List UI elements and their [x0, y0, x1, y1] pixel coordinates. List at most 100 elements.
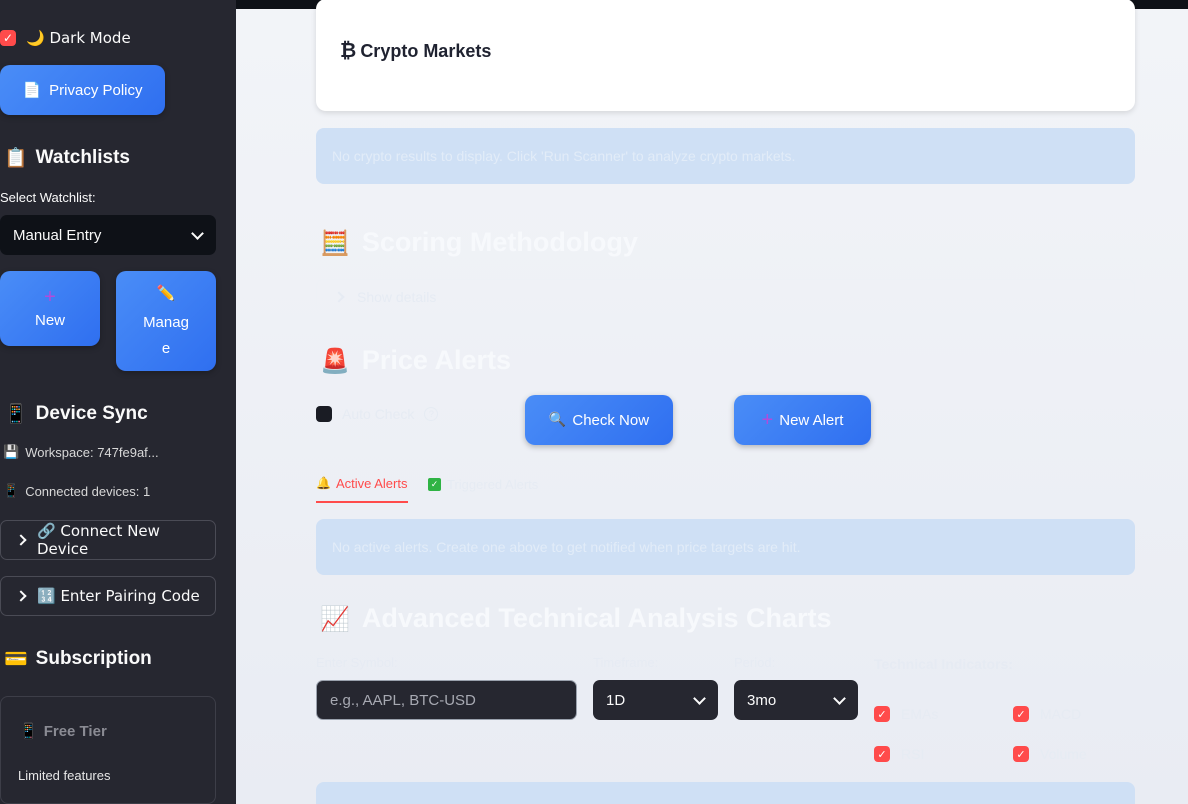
- new-alert-label: New Alert: [779, 411, 844, 429]
- crypto-info-text: No crypto results to display. Click 'Run…: [332, 148, 796, 164]
- bitcoin-icon: ₿: [340, 40, 357, 62]
- clipboard-icon: 📋: [4, 147, 28, 169]
- tab-triggered-alerts-label: Triggered Alerts: [447, 476, 539, 492]
- mobile-phone-icon: 📱: [19, 722, 38, 740]
- bell-icon: 🔔: [316, 476, 331, 490]
- plus-icon: +: [44, 286, 56, 308]
- plus-icon: +: [761, 409, 774, 431]
- siren-icon: 🚨: [320, 346, 350, 375]
- indicator-macd[interactable]: ✓ MACD: [1013, 706, 1081, 722]
- manage-label-line1: Manag: [143, 314, 189, 331]
- new-alert-button[interactable]: + New Alert: [734, 395, 871, 445]
- tier-description: Limited features: [18, 768, 111, 783]
- indicator-emas[interactable]: ✓ EMAs: [874, 706, 938, 722]
- privacy-policy-label: Privacy Policy: [49, 81, 143, 99]
- tier-title: 📱 Free Tier: [19, 722, 107, 740]
- rsi-checkbox[interactable]: ✓: [874, 746, 890, 762]
- crypto-markets-title: ₿ Crypto Markets: [340, 40, 491, 63]
- chevron-right-icon: [15, 534, 27, 546]
- chevron-down-icon: [693, 691, 706, 705]
- enter-pairing-code-label: 🔢 Enter Pairing Code: [37, 587, 200, 605]
- show-details-expander[interactable]: Show details: [316, 279, 1135, 315]
- rsi-label: RSI: [901, 746, 925, 762]
- chart-increasing-icon: 📈: [320, 604, 350, 633]
- period-label: Period:: [734, 655, 776, 670]
- chart-info-box: [316, 782, 1135, 804]
- manage-label-line2: e: [161, 340, 171, 357]
- indicator-volume[interactable]: ✓ Volume: [1013, 746, 1087, 762]
- macd-checkbox[interactable]: ✓: [1013, 706, 1029, 722]
- device-sync-heading: 📱 Device Sync: [4, 402, 148, 426]
- credit-card-icon: 💳: [4, 648, 28, 670]
- period-value: 3mo: [747, 691, 777, 709]
- tab-active-alerts-label: Active Alerts: [335, 475, 408, 491]
- macd-label: MACD: [1040, 706, 1082, 722]
- period-select[interactable]: 3mo: [734, 680, 858, 720]
- chevron-right-icon: [333, 291, 345, 303]
- indicator-rsi[interactable]: ✓ RSI: [874, 746, 924, 762]
- symbol-input[interactable]: e.g., AAPL, BTC-USD: [316, 680, 577, 720]
- check-now-button[interactable]: 🔍 Check Now: [525, 395, 673, 445]
- alerts-info-text: No active alerts. Create one above to ge…: [332, 539, 801, 555]
- mobile-phone-icon: 📱: [3, 484, 20, 499]
- connect-new-device-label: 🔗 Connect New Device: [36, 522, 160, 558]
- check-now-label: Check Now: [572, 411, 650, 429]
- dark-mode-label: 🌙 Dark Mode: [26, 29, 131, 47]
- alerts-info-box: No active alerts. Create one above to ge…: [316, 519, 1135, 575]
- pencil-icon: ✏️: [156, 284, 176, 302]
- connected-devices-info: 📱 Connected devices: 1: [3, 484, 150, 499]
- timeframe-select[interactable]: 1D: [593, 680, 718, 720]
- symbol-placeholder: e.g., AAPL, BTC-USD: [330, 691, 476, 709]
- workspace-text: Workspace: 747fe9af...: [25, 445, 159, 460]
- auto-check-checkbox[interactable]: [316, 406, 332, 422]
- dark-mode-checkbox[interactable]: ✓: [0, 30, 16, 46]
- subscription-tier-card: 📱 Free Tier Limited features: [0, 696, 216, 804]
- main-content: ₿ Crypto Markets No crypto results to di…: [236, 0, 1188, 804]
- new-button-label: New: [34, 312, 65, 329]
- emas-checkbox[interactable]: ✓: [874, 706, 890, 722]
- floppy-disk-icon: 💾: [3, 445, 20, 460]
- scoring-methodology-heading: 🧮 Scoring Methodology: [320, 227, 638, 258]
- tier-title-text: Free Tier: [43, 722, 107, 740]
- tab-active-alerts[interactable]: 🔔 Active Alerts: [316, 465, 409, 503]
- privacy-policy-button[interactable]: 📄 Privacy Policy: [0, 65, 165, 115]
- volume-checkbox[interactable]: ✓: [1013, 746, 1029, 762]
- auto-check-label: Auto Check: [342, 406, 415, 422]
- document-icon: 📄: [22, 81, 42, 99]
- enter-pairing-code-expander[interactable]: 🔢 Enter Pairing Code: [0, 576, 216, 616]
- show-details-label: Show details: [357, 289, 437, 305]
- help-icon[interactable]: ?: [424, 407, 439, 421]
- watchlist-selected-value: Manual Entry: [13, 226, 102, 244]
- volume-label: Volume: [1040, 746, 1087, 762]
- device-sync-heading-text: Device Sync: [35, 402, 148, 424]
- crypto-markets-title-text: Crypto Markets: [360, 41, 492, 61]
- subscription-heading-text: Subscription: [35, 647, 152, 669]
- timeframe-value: 1D: [606, 691, 626, 709]
- chevron-right-icon: [15, 590, 27, 602]
- watchlist-select[interactable]: Manual Entry: [0, 215, 216, 255]
- manage-button-label: Manag e: [143, 310, 189, 362]
- timeframe-label: Timeframe:: [593, 655, 659, 670]
- auto-check-control[interactable]: Auto Check ?: [316, 406, 439, 422]
- symbol-label: Enter Symbol:: [316, 655, 398, 670]
- charts-heading: 📈 Advanced Technical Analysis Charts: [320, 603, 832, 634]
- abacus-icon: 🧮: [320, 228, 350, 257]
- tab-triggered-alerts[interactable]: ✓ Triggered Alerts: [428, 465, 538, 503]
- connected-devices-text: Connected devices: 1: [25, 484, 151, 499]
- scoring-heading-text: Scoring Methodology: [361, 227, 638, 257]
- price-alerts-heading-text: Price Alerts: [361, 345, 511, 375]
- charts-heading-text: Advanced Technical Analysis Charts: [361, 603, 832, 633]
- new-watchlist-button[interactable]: + New: [0, 271, 100, 346]
- connect-new-device-expander[interactable]: 🔗 Connect New Device: [0, 520, 216, 560]
- price-alerts-heading: 🚨 Price Alerts: [320, 345, 511, 376]
- select-watchlist-label: Select Watchlist:: [0, 190, 96, 205]
- chevron-down-icon: [833, 691, 846, 705]
- manage-watchlist-button[interactable]: ✏️ Manag e: [116, 271, 216, 371]
- workspace-info: 💾 Workspace: 747fe9af...: [3, 445, 159, 460]
- crypto-info-box: No crypto results to display. Click 'Run…: [316, 128, 1135, 184]
- subscription-heading: 💳 Subscription: [4, 647, 152, 671]
- emas-label: EMAs: [901, 706, 939, 722]
- chevron-down-icon: [191, 226, 204, 240]
- magnifier-icon: 🔍: [548, 412, 567, 428]
- check-mark-icon: ✓: [428, 477, 441, 491]
